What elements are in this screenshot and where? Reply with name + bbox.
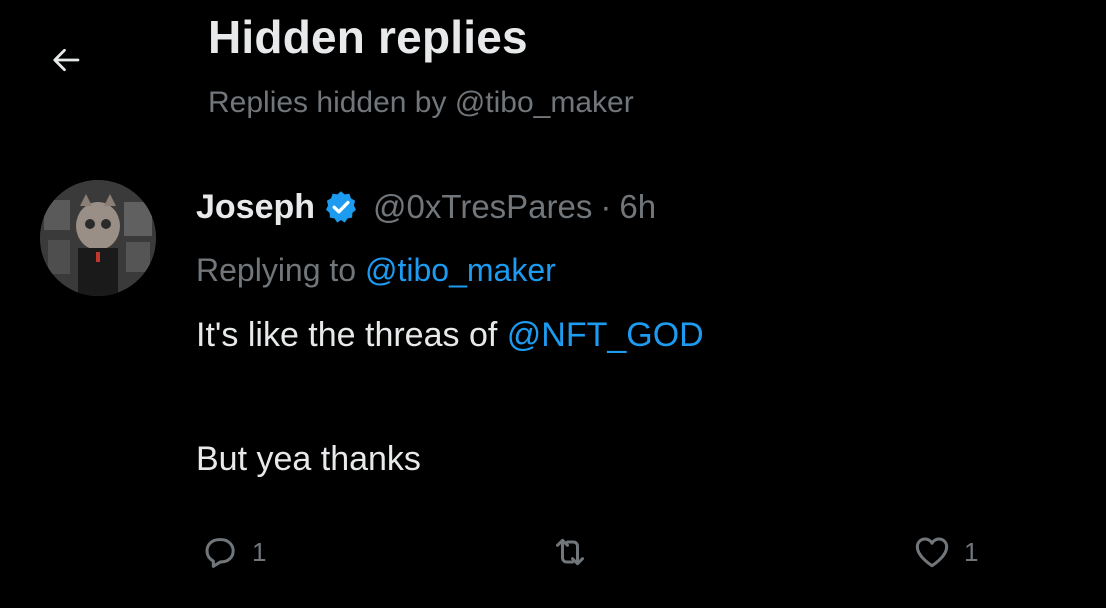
tweet-text-part: It's like the threas of [196, 316, 498, 354]
tweet-mention-link[interactable]: @NFT_GOD [507, 316, 704, 354]
like-count: 1 [964, 536, 979, 567]
avatar[interactable] [40, 180, 156, 296]
tweet-timestamp[interactable]: 6h [619, 188, 656, 226]
heart-icon [912, 532, 952, 572]
back-button[interactable] [44, 40, 88, 84]
avatar-image [40, 180, 156, 296]
author-name[interactable]: Joseph [196, 188, 315, 227]
replying-to-mention[interactable]: @tibo_maker [365, 252, 556, 288]
reply-button[interactable]: 1 [200, 530, 266, 574]
tweet-header: Joseph @0xTresPares · 6h [196, 184, 656, 230]
page-title: Hidden replies [208, 11, 528, 63]
page-subtitle: Replies hidden by @tibo_maker [208, 86, 634, 119]
author-handle[interactable]: @0xTresPares [373, 188, 592, 226]
tweet-text-line2: But yea thanks [196, 440, 421, 478]
retweet-icon [550, 532, 590, 572]
arrow-left-icon [48, 42, 84, 83]
replying-to-line: Replying to @tibo_maker [196, 252, 556, 289]
replying-to-label: Replying to [196, 252, 357, 288]
retweet-button[interactable] [550, 530, 602, 574]
reply-icon [200, 532, 240, 572]
verified-badge-icon [323, 189, 359, 225]
separator-dot: · [600, 188, 612, 225]
reply-count: 1 [252, 536, 267, 567]
like-button[interactable]: 1 [912, 530, 978, 574]
tweet-text: It's like the threas of @NFT_GOD [196, 316, 704, 355]
